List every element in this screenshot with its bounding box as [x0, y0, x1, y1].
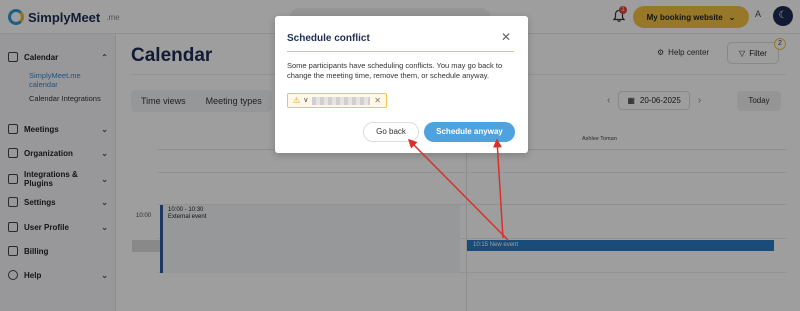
dialog-title: Schedule conflict [287, 33, 370, 44]
redacted-text [311, 96, 371, 105]
conflict-participant-chip: ⚠ v ✕ [287, 93, 387, 108]
warning-icon: ⚠ [293, 96, 301, 105]
app-root: SimplyMeet .me 1 My booking website ⌄ A … [0, 0, 800, 311]
schedule-anyway-button[interactable]: Schedule anyway [424, 122, 515, 142]
schedule-conflict-dialog: Schedule conflict ✕ Some participants ha… [275, 16, 528, 153]
dialog-message: Some participants have scheduling confli… [287, 61, 503, 80]
participant-name: v [304, 97, 308, 104]
remove-icon[interactable]: ✕ [374, 96, 381, 105]
close-icon[interactable]: ✕ [501, 30, 511, 44]
dialog-divider [287, 51, 514, 52]
go-back-button[interactable]: Go back [363, 122, 419, 142]
